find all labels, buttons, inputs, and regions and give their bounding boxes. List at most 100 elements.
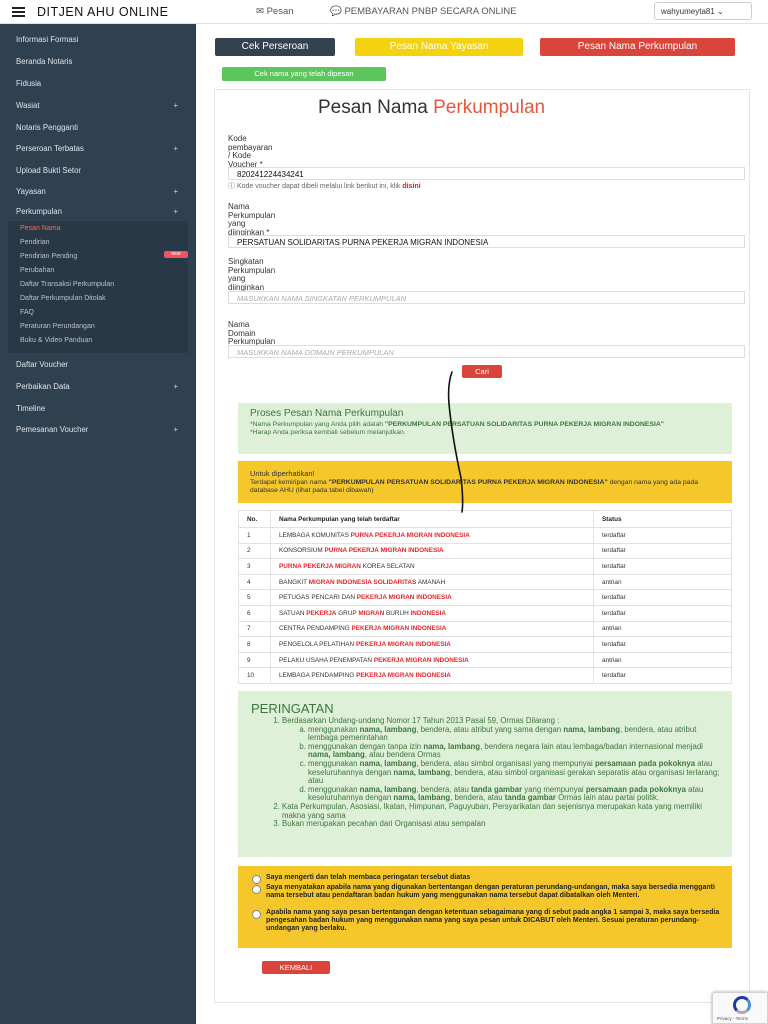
sidebar-item-beranda-notaris[interactable]: Beranda Notaris — [0, 57, 196, 66]
pesan-link[interactable]: ✉ Pesan — [256, 6, 294, 17]
sidebar-item-label: Yayasan — [16, 187, 46, 196]
sidebar-item-pemesanan-voucher[interactable]: Pemesanan Voucher + — [0, 425, 196, 434]
submenu-faq[interactable]: FAQ — [20, 309, 34, 316]
sidebar-item-label: Perseroan Terbatas — [16, 144, 84, 153]
sidebar-item-upload-bukti-setor[interactable]: Upload Bukti Setor — [0, 166, 196, 175]
peringatan-subitem: menggunakan nama, lambang, bendera, atau… — [308, 725, 723, 743]
agreement-item[interactable]: Saya menyatakan apabila nama yang diguna… — [252, 884, 727, 900]
radio-icon[interactable] — [252, 875, 261, 884]
row-number: 9 — [238, 651, 271, 669]
similar-names-table: No. Nama Perkumpulan yang telah terdafta… — [238, 510, 732, 684]
sidebar-item-yayasan[interactable]: Yayasan + — [0, 187, 196, 196]
plain-text: BANGKIT — [279, 578, 309, 586]
cek-nama-dipesan-button[interactable]: Cek nama yang telah dipesan — [222, 67, 386, 81]
pesan-nama-yayasan-button[interactable]: Pesan Nama Yayasan — [355, 38, 523, 56]
sidebar-item-perkumpulan[interactable]: Perkumpulan + — [0, 207, 196, 216]
submenu-pesan-nama[interactable]: Pesan Nama — [20, 225, 60, 232]
submenu-pendirian-pending[interactable]: Pendirian Pending — [20, 253, 77, 260]
table-row: 9 PELAKU USAHA PENEMPATAN PEKERJA MIGRAN … — [238, 651, 732, 669]
singkatan-input[interactable]: MASUKKAN NAMA SINGKATAN PERKUMPULAN — [228, 291, 745, 304]
highlight-text: PURNA PEKERJA MIGRAN INDONESIA — [350, 531, 470, 539]
row-status: terdaftar — [593, 558, 732, 575]
voucher-label: Kode pembayaran / Kode Voucher * — [228, 134, 273, 169]
cek-perseroan-button[interactable]: Cek Perseroan — [215, 38, 335, 56]
sidebar-item-label: Perkumpulan — [16, 207, 62, 216]
perhatian-box: Untuk diperhatikan! Terdapat kemiripan n… — [238, 461, 732, 503]
expand-icon: + — [173, 187, 178, 196]
sidebar-item-perseroan-terbatas[interactable]: Perseroan Terbatas + — [0, 144, 196, 153]
sidebar-item-notaris-pengganti[interactable]: Notaris Pengganti — [0, 123, 196, 132]
top-bar: DITJEN AHU ONLINE ✉ Pesan 💬 PEMBAYARAN P… — [0, 0, 768, 24]
pnbp-link[interactable]: 💬 PEMBAYARAN PNBP SECARA ONLINE — [330, 6, 517, 17]
table-row: 7 CENTRA PENDAMPING PEKERJA MIGRAN INDONE… — [238, 620, 732, 638]
agreement-item[interactable]: Apabila nama yang saya pesan bertentanga… — [252, 909, 727, 932]
sidebar-item-timeline[interactable]: Timeline — [0, 404, 196, 413]
row-name: PURNA PEKERJA MIGRAN KOREA SELATAN — [270, 558, 594, 575]
plain-text: PETUGAS PENCARI DAN — [279, 594, 357, 602]
row-status: terdaftar — [593, 604, 732, 622]
agreement-box: Saya mengerti dan telah membaca peringat… — [238, 866, 732, 948]
table-header: Status — [593, 510, 732, 528]
plain-text: CENTRA PENDAMPING — [279, 625, 352, 633]
expand-icon: + — [173, 207, 178, 216]
proses-line2: *Harap Anda periksa kembali sebelum mela… — [250, 428, 406, 436]
plain-text: GRUP — [336, 609, 359, 617]
voucher-help: ⓘ Kode voucher dapat dibeli melalui link… — [228, 181, 421, 191]
recaptcha-badge[interactable]: Privacy - Terms — [712, 992, 768, 1024]
sidebar-item-perbaikan-data[interactable]: Perbaikan Data + — [0, 382, 196, 391]
radio-icon[interactable] — [252, 910, 261, 919]
pesan-nama-perkumpulan-button[interactable]: Pesan Nama Perkumpulan — [540, 38, 735, 56]
perhatian-text: Terdapat kemiripan nama "PERKUMPULAN PER… — [250, 479, 720, 495]
row-number: 1 — [238, 527, 271, 544]
voucher-input[interactable]: 820241224434241 — [228, 167, 745, 180]
page-title: Pesan Nama Perkumpulan — [318, 97, 545, 119]
proses-name: "PERKUMPULAN PERSATUAN SOLIDARITAS PURNA… — [384, 421, 664, 428]
table-row: 6 SATUAN PEKERJA GRUP MIGRAN BURUH INDONE… — [238, 604, 732, 622]
highlight-text: PEKERJA MIGRAN INDONESIA — [356, 594, 452, 602]
domain-input[interactable]: MASUKKAN NAMA DOMAIN PERKUMPULAN — [228, 345, 745, 358]
sidebar-item-daftar-voucher[interactable]: Daftar Voucher — [0, 360, 196, 369]
perkumpulan-submenu: Pesan Nama Pendirian Pendirian Pending P… — [8, 221, 188, 353]
highlight-text: PEKERJA MIGRAN INDONESIA — [355, 640, 451, 648]
submenu-perubahan[interactable]: Perubahan — [20, 267, 54, 274]
plain-text: LEMBAGA KOMUNITAS — [279, 531, 351, 539]
peringatan-sublist: menggunakan nama, lambang, bendera, atau… — [282, 725, 723, 803]
table-header: No. — [238, 510, 271, 528]
cari-button[interactable]: Cari — [462, 365, 502, 378]
plain-text: KOREA SELATAN — [360, 562, 415, 570]
sidebar-item-label: Informasi Formasi — [16, 35, 79, 44]
submenu-daftar-ditolak[interactable]: Daftar Perkumpulan Ditolak — [20, 295, 106, 302]
agreement-text: Apabila nama yang saya pesan bertentanga… — [266, 909, 720, 932]
row-name: BANGKIT MIGRAN INDONESIA SOLIDARITAS AMA… — [270, 573, 594, 591]
hamburger-menu-icon[interactable] — [12, 7, 25, 17]
sidebar-item-fidusia[interactable]: Fidusia — [0, 79, 196, 88]
submenu-daftar-transaksi[interactable]: Daftar Transaksi Perkumpulan — [20, 281, 114, 288]
submenu-peraturan[interactable]: Peraturan Perundangan — [20, 323, 95, 330]
sidebar-item-label: Upload Bukti Setor — [16, 166, 82, 175]
peringatan-title: PERINGATAN — [251, 701, 334, 716]
user-dropdown[interactable]: wahyumeyta81 ⌄ — [654, 2, 752, 20]
submenu-panduan[interactable]: Buku & Video Panduan — [20, 337, 92, 344]
sidebar-item-label: Notaris Pengganti — [16, 123, 78, 132]
expand-icon: + — [173, 101, 178, 110]
sidebar-item-label: Daftar Voucher — [16, 360, 69, 369]
sidebar-item-informasi-formasi[interactable]: Informasi Formasi — [0, 35, 196, 44]
row-number: 2 — [238, 542, 271, 560]
sidebar-item-label: Fidusia — [16, 79, 42, 88]
submenu-pendirian[interactable]: Pendirian — [20, 239, 50, 246]
plain-text: PELAKU USAHA PENEMPATAN — [279, 656, 374, 664]
plain-text: PENGELOLA PELATIHAN — [279, 640, 356, 648]
nama-perkumpulan-input[interactable]: PERSATUAN SOLIDARITAS PURNA PEKERJA MIGR… — [228, 235, 745, 248]
peringatan-box: PERINGATAN Berdasarkan Undang-undang Nom… — [238, 691, 732, 857]
sidebar-item-wasiat[interactable]: Wasiat + — [0, 101, 196, 110]
row-name: SATUAN PEKERJA GRUP MIGRAN BURUH INDONES… — [270, 604, 594, 622]
row-number: 4 — [238, 573, 271, 591]
peringatan-subitem: menggunakan nama, lambang, bendera, atau… — [308, 785, 723, 803]
proses-box: Proses Pesan Nama Perkumpulan *Nama Perk… — [238, 403, 732, 454]
kembali-button[interactable]: KEMBALI — [262, 961, 330, 974]
voucher-link[interactable]: disini — [402, 183, 420, 190]
agreement-item[interactable]: Saya mengerti dan telah membaca peringat… — [252, 874, 727, 884]
radio-icon[interactable] — [252, 885, 261, 894]
highlight-text: PURNA PEKERJA MIGRAN INDONESIA — [324, 547, 444, 555]
recaptcha-text: Privacy - Terms — [717, 1016, 748, 1021]
